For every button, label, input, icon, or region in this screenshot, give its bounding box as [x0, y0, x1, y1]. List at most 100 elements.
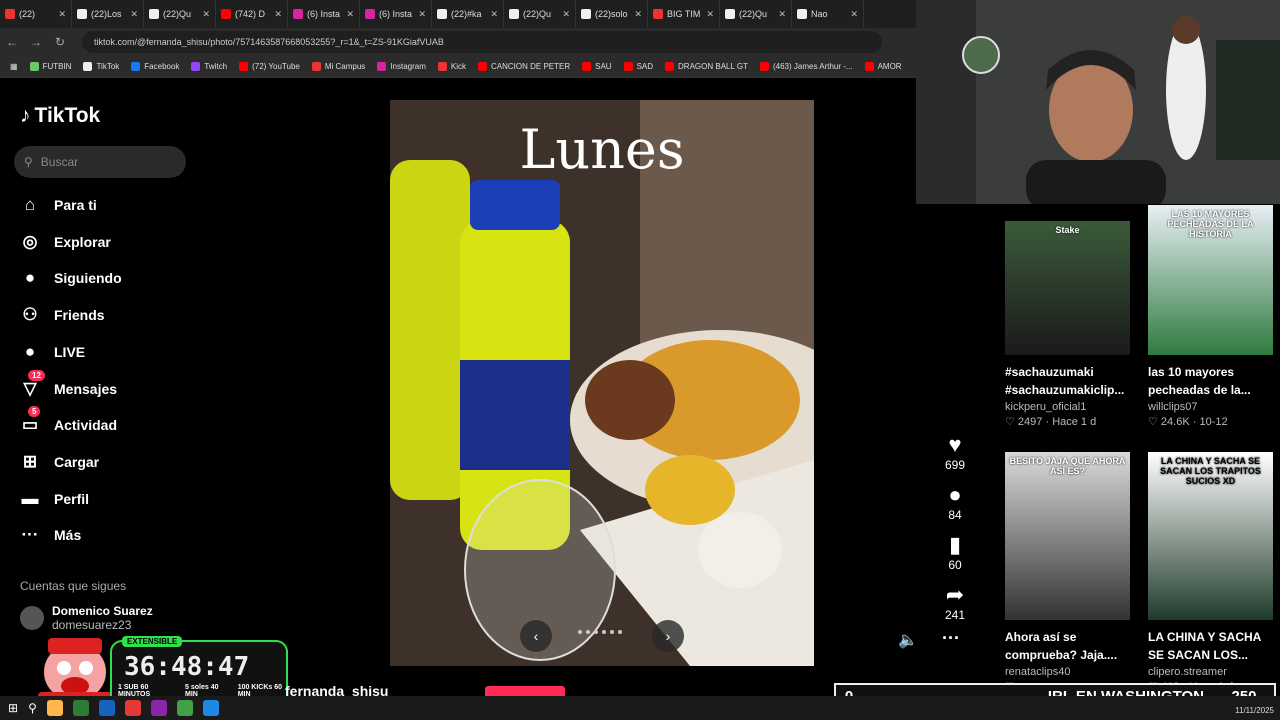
bookmark-item[interactable]: Mi Campus [311, 62, 365, 71]
sidebar-item-cargar[interactable]: ⊞ Cargar [18, 449, 99, 475]
recommended-video[interactable]: LA CHINA Y SACHA SE SACAN LOS TRAPITOS S… [1148, 452, 1273, 693]
url-field[interactable]: tiktok.com/@fernanda_shisu/photo/7571463… [82, 31, 882, 53]
close-icon[interactable]: ✕ [562, 9, 570, 20]
app-icon[interactable] [72, 700, 89, 716]
sidebar-item-parati[interactable]: ⌂ Para ti [18, 192, 97, 218]
close-icon[interactable]: ✕ [490, 9, 498, 20]
tab-favicon-icon [725, 9, 735, 19]
bookmark-item[interactable]: Facebook [131, 62, 179, 71]
bookmark-item[interactable]: (72) YouTube [239, 62, 300, 71]
video-author[interactable]: kickperu_oficial1 [1005, 401, 1130, 413]
whatsapp-icon[interactable] [176, 700, 193, 716]
browser-tab[interactable]: (6) Insta ✕ [288, 0, 360, 28]
bookmark-item[interactable]: SAU [582, 62, 612, 71]
sidebar-item-explorar[interactable]: ◎ Explorar [18, 229, 111, 255]
browser-tab[interactable]: (22)Qu ✕ [144, 0, 216, 28]
sidebar-item-live[interactable]: ● LIVE [18, 339, 85, 365]
close-icon[interactable]: ✕ [58, 9, 66, 20]
browser-tab[interactable]: (22)#ka ✕ [432, 0, 504, 28]
reload-icon[interactable]: ↻ [48, 35, 72, 49]
recommended-video[interactable]: Stake #sachauzumaki #sachauzumakiclip... k… [1005, 221, 1130, 428]
bookmark-item[interactable]: (463) James Arthur -... [759, 62, 853, 71]
save-button[interactable]: ▮ 60 [935, 532, 975, 572]
browser-tab[interactable]: BIG TIM ✕ [648, 0, 720, 28]
bookmark-item[interactable]: CANCION DE PETER [478, 62, 570, 71]
browser-tab[interactable]: Nao ✕ [792, 0, 864, 28]
close-icon[interactable]: ✕ [202, 9, 210, 20]
bookmark-item[interactable]: SAD [623, 62, 653, 71]
follow-button[interactable] [485, 686, 565, 696]
bookmark-item[interactable]: Instagram [377, 62, 426, 71]
apps-icon[interactable]: ▦ [10, 62, 18, 71]
sidebar-item-mensajes[interactable]: ▽ 12 Mensajes [18, 369, 117, 402]
volume-icon[interactable]: 🔈 [898, 630, 918, 650]
like-button[interactable]: ♥ 699 [935, 432, 975, 472]
more-icon[interactable]: ··· [942, 628, 960, 649]
video-author[interactable]: willclips07 [1148, 401, 1273, 413]
post-photo[interactable]: Lunes ‹ › [390, 100, 814, 666]
browser-tab[interactable]: (22)Qu ✕ [504, 0, 576, 28]
video-title[interactable]: las 10 mayores pecheadas de la... [1148, 363, 1273, 399]
browser-tab[interactable]: (22)solo ✕ [576, 0, 648, 28]
browser-tab[interactable]: (22)Qu ✕ [720, 0, 792, 28]
app-icon[interactable] [150, 700, 167, 716]
bookmark-item[interactable]: Kick [437, 62, 466, 71]
recommended-video[interactable]: LAS 10 MAYORES PECHEADAS DE LA HISTORIA l… [1148, 205, 1273, 428]
windows-start-icon[interactable]: ⊞ [8, 701, 18, 715]
app-icon[interactable] [98, 700, 115, 716]
sidebar-item-perfil[interactable]: ▬ Perfil [18, 486, 90, 512]
word-icon[interactable] [202, 700, 219, 716]
close-icon[interactable]: ✕ [778, 9, 786, 20]
prev-photo-button[interactable]: ‹ [520, 620, 552, 652]
video-thumbnail[interactable]: LAS 10 MAYORES PECHEADAS DE LA HISTORIA [1148, 205, 1273, 355]
sidebar-item-friends[interactable]: ⚇ Friends [18, 302, 104, 328]
close-icon[interactable]: ✕ [418, 9, 426, 20]
sidebar-item-ms[interactable]: ··· Más [18, 522, 82, 548]
video-author[interactable]: renataclips40 [1005, 666, 1130, 678]
video-title[interactable]: Ahora así se comprueba? Jaja.... [1005, 628, 1130, 664]
video-thumbnail[interactable]: BESITO JAJA QUE AHORA ASÍ ES? [1005, 452, 1130, 620]
comment-button[interactable]: ● 84 [935, 482, 975, 522]
close-icon[interactable]: ✕ [130, 9, 138, 20]
thumbnail-text: Stake [1055, 225, 1080, 235]
sidebar-item-actividad[interactable]: ▭ 5 Actividad [18, 406, 117, 438]
back-icon[interactable]: ← [0, 35, 24, 49]
video-author[interactable]: clipero.streamer [1148, 666, 1273, 678]
sidebar-item-siguiendo[interactable]: ● Siguiendo [18, 265, 122, 291]
close-icon[interactable]: ✕ [274, 9, 282, 20]
bookmark-label: Kick [450, 62, 466, 71]
close-icon[interactable]: ✕ [850, 9, 858, 20]
video-thumbnail[interactable]: LA CHINA Y SACHA SE SACAN LOS TRAPITOS S… [1148, 452, 1273, 620]
sidebar-item-label: Cargar [54, 453, 100, 470]
video-thumbnail[interactable]: Stake [1005, 221, 1130, 355]
search-icon[interactable]: ⚲ [28, 701, 37, 715]
bookmark-item[interactable]: FUTBIN [29, 62, 71, 71]
search-input[interactable]: ⚲ Buscar [14, 146, 186, 178]
followed-account[interactable]: Domenico Suarez domesuarez23 [20, 604, 153, 632]
app-icon[interactable] [124, 700, 141, 716]
next-photo-button[interactable]: › [652, 620, 684, 652]
browser-tab[interactable]: (742) D ✕ [216, 0, 288, 28]
bookmark-item[interactable]: DRAGON BALL GT [665, 62, 748, 71]
tiktok-icon: ♪ [20, 104, 31, 127]
windows-taskbar: ⊞ ⚲ [0, 696, 1280, 720]
close-icon[interactable]: ✕ [706, 9, 714, 20]
video-title[interactable]: LA CHINA Y SACHA SE SACAN LOS... [1148, 628, 1273, 664]
share-button[interactable]: ➦ 241 [935, 582, 975, 622]
browser-tab[interactable]: (6) Insta ✕ [360, 0, 432, 28]
recommended-video[interactable]: BESITO JAJA QUE AHORA ASÍ ES? Ahora así s… [1005, 452, 1130, 693]
app-icon[interactable] [46, 700, 63, 716]
video-date: Hace 1 d [1052, 416, 1097, 428]
tiktok-logo[interactable]: ♪ TikTok [20, 104, 100, 128]
video-title[interactable]: #sachauzumaki #sachauzumakiclip... [1005, 363, 1130, 399]
close-icon[interactable]: ✕ [346, 9, 354, 20]
heart-outline-icon: ♡ [1148, 416, 1161, 428]
browser-tab[interactable]: (22) ✕ [0, 0, 72, 28]
forward-icon[interactable]: → [24, 35, 48, 49]
close-icon[interactable]: ✕ [634, 9, 642, 20]
photo-caption: Lunes [519, 118, 685, 181]
browser-tab[interactable]: (22)Los ✕ [72, 0, 144, 28]
bookmark-item[interactable]: Twitch [191, 62, 227, 71]
bookmark-item[interactable]: AMOR [864, 62, 902, 71]
bookmark-item[interactable]: TikTok [83, 62, 119, 71]
